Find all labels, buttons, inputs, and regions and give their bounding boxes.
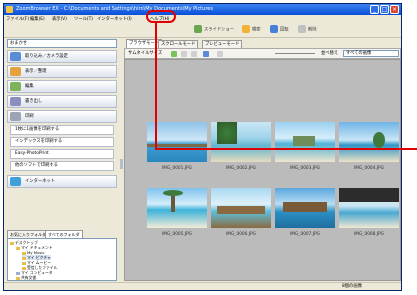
menu-internet[interactable]: インターネット(I) (97, 15, 132, 24)
maximize-button[interactable]: □ (380, 5, 389, 14)
thumbnail-caption: IMG_0005.JPG (162, 232, 192, 237)
rotate-left-icon[interactable] (181, 51, 187, 57)
nav-edit-label: 編集 (25, 84, 34, 89)
thumbnail-view: IMG_0001.JPG IMG_0002.JPG IMG_0003.JPG I… (124, 59, 401, 281)
thumbnail-caption: IMG_0008.JPG (354, 232, 384, 237)
zoom-icon[interactable] (203, 51, 209, 57)
nav-print-label: 印刷 (25, 114, 34, 119)
mode-select[interactable]: おまかせ (7, 39, 117, 48)
folder-tabs: お気に入りフォルダ すべてのフォルダ (7, 230, 117, 238)
toolbar: スライドショー 検索 回転 削除 (4, 24, 401, 38)
camera-icon (10, 52, 21, 61)
mode-tabs: ブラウザモード スクロールモード プレビューモード (124, 39, 401, 48)
export-icon (10, 97, 21, 106)
search-icon (242, 25, 250, 33)
toolbar-rotate-label: 回転 (280, 27, 289, 33)
callout-line-vertical (155, 23, 157, 150)
nav-import[interactable]: 取り込み／カメラ設定 (7, 50, 117, 63)
edit-icon (10, 82, 21, 91)
nav-export[interactable]: 書き出し (7, 95, 117, 108)
nav-edit[interactable]: 編集 (7, 80, 117, 93)
folder-tree: デスクトップ マイ ドキュメント My Music マイ ピクチャ マイ ムービ… (7, 238, 117, 281)
folder-icon (16, 276, 20, 280)
thumbnail-image (211, 188, 271, 228)
filter-select[interactable]: すべての画像 (343, 50, 399, 57)
view-toolbar: サムネイルサイズ 並べ替え すべての画像 (124, 48, 401, 59)
left-panel: おまかせ 取り込み／カメラ設定 表示／整理 編集 書き出し 印刷 1枚に1画像を… (6, 39, 119, 289)
printer-icon (10, 112, 21, 121)
thumbnail-image (211, 122, 271, 162)
window-title: ZoomBrowser EX - C:\Documents and Settin… (16, 6, 213, 12)
thumbnail-caption: IMG_0007.JPG (290, 232, 320, 237)
app-window: ZoomBrowser EX - C:\Documents and Settin… (3, 3, 402, 291)
thumbnail-image (339, 188, 399, 228)
tree-shared-docs-label: 共有文書 (21, 275, 37, 280)
select-all-icon[interactable] (171, 51, 177, 57)
thumbnail-caption: IMG_0002.JPG (226, 166, 256, 171)
folder-icon (16, 246, 20, 250)
tree-shared-docs[interactable]: 共有文書 (16, 275, 36, 280)
menu-file[interactable]: ファイル(F) (6, 15, 29, 24)
info-icon[interactable] (217, 51, 223, 57)
thumbnail-caption: IMG_0006.JPG (226, 232, 256, 237)
menu-view[interactable]: 表示(V) (52, 15, 67, 24)
toolbar-slideshow[interactable]: スライドショー (194, 25, 234, 35)
toolbar-search-label: 検索 (252, 27, 261, 33)
slideshow-icon (194, 25, 202, 33)
splitter-grip[interactable] (120, 159, 123, 169)
nav-internet[interactable]: インターネット (7, 175, 117, 188)
delete-icon (298, 25, 306, 33)
nav-import-label: 取り込み／カメラ設定 (25, 54, 68, 59)
rotate-right-icon[interactable] (191, 51, 197, 57)
rotate-icon (270, 25, 278, 33)
toolbar-slideshow-label: スライドショー (204, 27, 235, 33)
globe-icon (10, 177, 21, 186)
nav-print[interactable]: 印刷 (7, 110, 117, 123)
menu-tools[interactable]: ツール(T) (74, 15, 93, 24)
browser-area: ブラウザモード スクロールモード プレビューモード サムネイルサイズ 並べ替え … (124, 39, 401, 281)
tab-preview-mode[interactable]: プレビューモード (202, 40, 243, 48)
status-bar: 8個の画像 (4, 282, 401, 290)
thumbnail-caption: IMG_0001.JPG (162, 166, 192, 171)
status-text: 8個の画像 (342, 284, 362, 289)
thumbnail-size-label: サムネイルサイズ (128, 51, 163, 56)
thumbnail-caption: IMG_0004.JPG (354, 166, 384, 171)
thumbnail-caption: IMG_0003.JPG (290, 166, 320, 171)
help-menu-highlight (146, 10, 176, 23)
callout-line-horizontal (155, 148, 417, 150)
nav-internet-label: インターネット (25, 179, 56, 184)
folder-icon (10, 67, 21, 76)
close-button[interactable]: × (390, 5, 399, 14)
title-bar[interactable]: ZoomBrowser EX - C:\Documents and Settin… (4, 4, 401, 15)
sort-label: 並べ替え (321, 51, 339, 56)
thumbnail-image (275, 188, 335, 228)
toolbar-delete[interactable]: 削除 (298, 25, 317, 35)
minimize-button[interactable]: _ (370, 5, 379, 14)
thumbnail-image (339, 122, 399, 162)
size-slider[interactable] (275, 53, 315, 54)
thumbnail-image (147, 188, 207, 228)
toolbar-rotate[interactable]: 回転 (270, 25, 289, 35)
thumbnail-image (275, 122, 335, 162)
nav-view-organize[interactable]: 表示／整理 (7, 65, 117, 78)
tab-all-folders[interactable]: すべてのフォルダ (45, 230, 83, 238)
print-index-button[interactable]: インデックスを印刷する (10, 137, 114, 147)
nav-view-label: 表示／整理 (25, 69, 47, 74)
tab-scroll-mode[interactable]: スクロールモード (158, 40, 199, 48)
folder-icon (10, 241, 14, 245)
nav-export-label: 書き出し (25, 99, 43, 104)
toolbar-search[interactable]: 検索 (242, 25, 261, 35)
print-other-button[interactable]: 他のソフトで印刷する (10, 161, 114, 171)
print-single-button[interactable]: 1枚に1画像を印刷する (10, 125, 114, 135)
menu-edit[interactable]: 編集(E) (30, 15, 45, 24)
menu-bar: ファイル(F) 編集(E) 表示(V) ツール(T) インターネット(I) ヘル… (4, 15, 401, 24)
toolbar-delete-label: 削除 (308, 27, 317, 33)
tab-favorite-folders[interactable]: お気に入りフォルダ (7, 230, 49, 238)
app-icon (6, 6, 13, 13)
easy-photoprint-button[interactable]: Easy-PhotoPrint (10, 149, 114, 159)
